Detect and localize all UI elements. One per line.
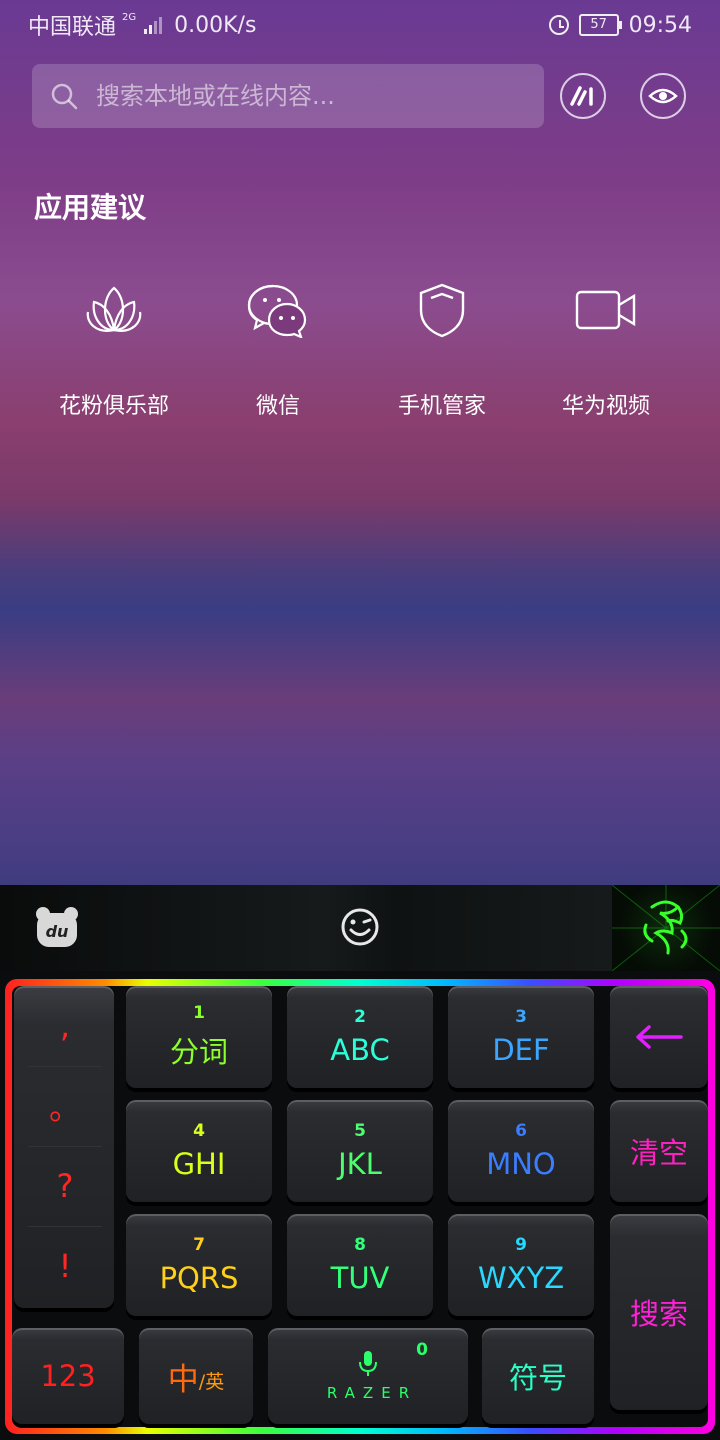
- lotus-icon: [74, 270, 154, 350]
- key-1-fenci[interactable]: 1 分词: [126, 986, 272, 1088]
- key-9-wxyz[interactable]: 9 WXYZ: [448, 1214, 594, 1316]
- punctuation-list: , 。 ? !: [16, 986, 114, 1306]
- app-label: 花粉俱乐部: [58, 394, 169, 419]
- key-number: 0: [416, 1340, 428, 1360]
- key-label: ABC: [330, 1033, 390, 1067]
- punct-period-key[interactable]: 。: [16, 1066, 114, 1146]
- network-type: 2G: [122, 11, 137, 23]
- key-label: 符号: [508, 1361, 567, 1395]
- app-item-wechat[interactable]: 微信: [196, 270, 360, 420]
- key-label: WXYZ: [477, 1261, 565, 1295]
- key-number: 7: [193, 1235, 205, 1255]
- key-number: 6: [515, 1121, 527, 1141]
- du-bear-icon: du: [36, 907, 78, 947]
- search-key[interactable]: 搜索: [610, 1214, 708, 1410]
- key-label: 搜索: [629, 1297, 688, 1331]
- key-number: 2: [354, 1007, 366, 1027]
- video-camera-icon: [566, 270, 646, 350]
- search-bar[interactable]: [32, 64, 544, 128]
- key-label: JKL: [338, 1147, 382, 1181]
- app-label: 华为视频: [561, 394, 650, 419]
- key-number: 9: [515, 1235, 527, 1255]
- microphone-icon: [359, 1351, 377, 1376]
- key-label: 清空: [629, 1136, 688, 1170]
- key-8-tuv[interactable]: 8 TUV: [287, 1214, 433, 1316]
- key-label: GHI: [172, 1147, 226, 1181]
- app-item-phone-manager[interactable]: 手机管家: [360, 270, 524, 420]
- signal-icon: [144, 16, 163, 34]
- emoji-icon: [341, 908, 379, 946]
- emoji-button[interactable]: [340, 907, 380, 951]
- key-number: 8: [354, 1235, 366, 1255]
- key-label: DEF: [492, 1033, 550, 1067]
- lang-sub: /英: [198, 1370, 225, 1393]
- baidu-du-logo-button[interactable]: du: [34, 905, 80, 949]
- lang-main: 中: [167, 1361, 199, 1398]
- wechat-icon: [238, 270, 318, 350]
- backspace-arrow-icon: [636, 1025, 683, 1049]
- key-4-ghi[interactable]: 4 GHI: [126, 1100, 272, 1202]
- section-title: 应用建议: [34, 191, 147, 224]
- key-number: 1: [193, 1003, 205, 1023]
- key-2-abc[interactable]: 2 ABC: [287, 986, 433, 1088]
- svg-text:du: du: [46, 922, 69, 941]
- app-label: 手机管家: [397, 394, 486, 419]
- symbols-key[interactable]: 符号: [482, 1328, 594, 1424]
- app-label: 微信: [255, 394, 300, 419]
- scan-button[interactable]: [640, 73, 686, 119]
- alarm-icon: [548, 15, 569, 35]
- numbers-key[interactable]: 123: [12, 1328, 124, 1424]
- key-number: 3: [515, 1007, 527, 1027]
- ai-icon: [570, 86, 593, 106]
- backspace-key[interactable]: [610, 986, 708, 1088]
- search-input[interactable]: [94, 81, 518, 111]
- battery-indicator: 57: [578, 14, 622, 36]
- carrier-name: 中国联通: [28, 15, 117, 40]
- razer-skin-button[interactable]: [612, 885, 720, 971]
- key-label: MNO: [486, 1147, 556, 1181]
- app-item-huafen[interactable]: 花粉俱乐部: [32, 270, 196, 420]
- shield-icon: [402, 270, 482, 350]
- language-switch-key[interactable]: 中 /英: [139, 1328, 253, 1424]
- key-6-mno[interactable]: 6 MNO: [448, 1100, 594, 1202]
- key-5-jkl[interactable]: 5 JKL: [287, 1100, 433, 1202]
- keyboard-toolbar: du: [0, 885, 720, 971]
- clear-key[interactable]: 清空: [610, 1100, 708, 1202]
- razer-brand-label: RAZER: [326, 1384, 418, 1402]
- key-number: 5: [354, 1121, 366, 1141]
- key-3-def[interactable]: 3 DEF: [448, 986, 594, 1088]
- space-key[interactable]: 0 RAZER: [268, 1328, 468, 1424]
- app-item-huawei-video[interactable]: 华为视频: [524, 270, 688, 420]
- ai-button[interactable]: [560, 73, 606, 119]
- key-label: 分词: [169, 1035, 228, 1069]
- key-label: PQRS: [159, 1261, 239, 1295]
- punct-question-key[interactable]: ?: [16, 1146, 114, 1226]
- search-icon: [51, 83, 78, 110]
- punct-exclaim-key[interactable]: !: [16, 1226, 114, 1306]
- punct-comma-key[interactable]: ,: [16, 986, 114, 1066]
- key-label: TUV: [330, 1261, 390, 1295]
- key-7-pqrs[interactable]: 7 PQRS: [126, 1214, 272, 1316]
- razer-snake-logo-icon: [612, 885, 720, 971]
- eye-scan-icon: [648, 88, 678, 104]
- clock: 09:54: [628, 12, 692, 38]
- app-suggestions: 花粉俱乐部 微信 手机管家 华为视频: [32, 270, 688, 420]
- status-bar: 中国联通 2G 0.00K/s 57 09:54: [0, 0, 720, 50]
- key-number: 4: [193, 1121, 205, 1141]
- key-label: 123: [40, 1359, 96, 1393]
- network-speed: 0.00K/s: [174, 12, 257, 38]
